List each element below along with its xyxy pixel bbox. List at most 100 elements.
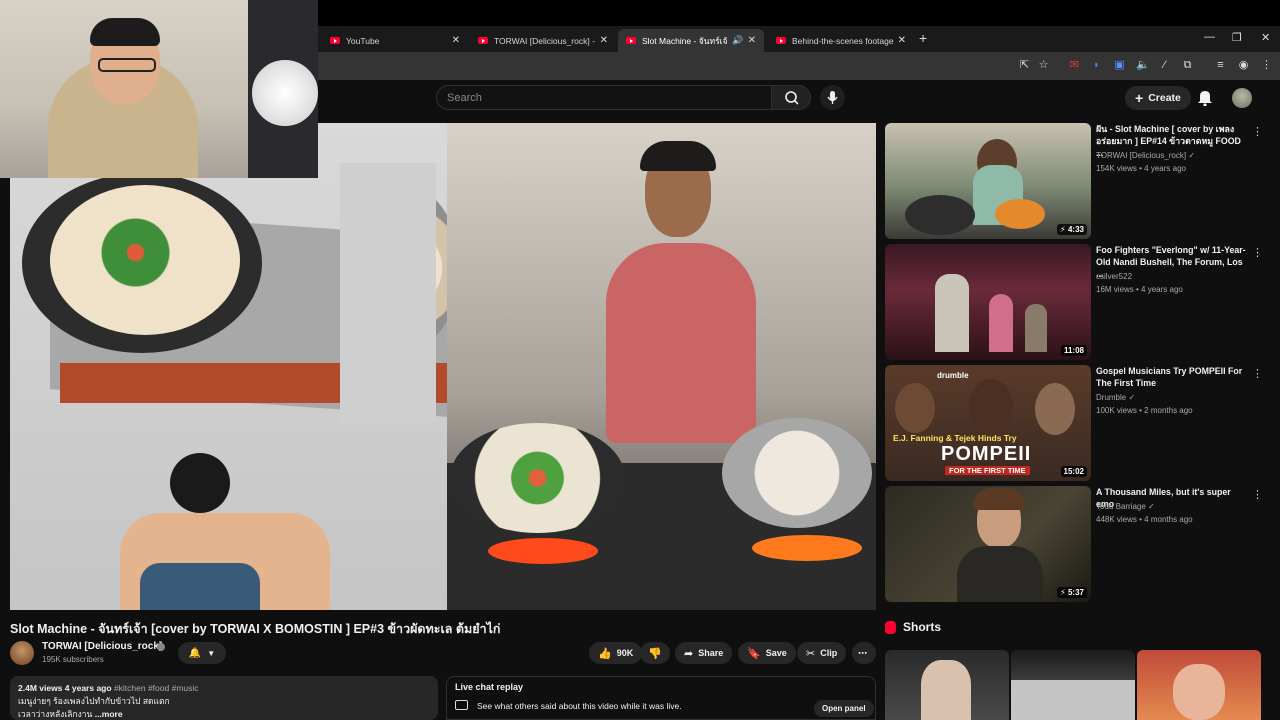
like-count: 90K xyxy=(616,648,634,658)
thumbnail-brand: drumble xyxy=(937,371,969,380)
shorts-icon: ⚡ xyxy=(1060,225,1066,234)
bookmark-star-icon[interactable]: ☆ xyxy=(1037,59,1050,72)
tab-title: Behind-the-scenes footage of t xyxy=(792,35,894,46)
thumbs-up-icon: 👍 xyxy=(598,647,612,660)
duration-badge: 11:08 xyxy=(1060,345,1087,356)
recommendation-item[interactable]: ⚡ 5:37 A Thousand Miles, but it's super … xyxy=(885,486,1271,602)
notifications-bell-icon[interactable] xyxy=(1196,88,1214,106)
dislike-button[interactable]: 👎 xyxy=(640,642,670,664)
view-stats: 2.4M views 4 years ago xyxy=(18,683,112,693)
recommendation-item[interactable]: 11:08 Foo Fighters "Everlong" w/ 11-Year… xyxy=(885,244,1271,360)
save-bookmark-icon: 🔖 xyxy=(747,647,761,660)
notifications-bell-icon: 🔔 xyxy=(188,647,202,659)
duration-badge: ⚡ 4:33 xyxy=(1057,224,1087,235)
tab-youtube[interactable]: YouTube ✕ xyxy=(322,29,468,52)
recommendation-channel[interactable]: Todd Barriage ✓ xyxy=(1096,502,1155,511)
restore-icon[interactable]: ❐ xyxy=(1232,31,1242,44)
chat-icon xyxy=(455,700,468,710)
open-panel-button[interactable]: Open panel xyxy=(814,700,874,717)
video-thumbnail[interactable]: ⚡ 4:33 xyxy=(885,123,1091,239)
save-button[interactable]: 🔖 Save xyxy=(738,642,796,664)
like-button[interactable]: 👍 90K xyxy=(589,642,643,664)
volume-extension-icon[interactable]: 🔈 xyxy=(1136,59,1150,72)
extensions-puzzle-icon[interactable]: ⧉ xyxy=(1181,59,1194,72)
shorts-section-header: Shorts xyxy=(885,620,941,634)
chevron-down-icon: ▼ xyxy=(207,648,216,658)
kebab-menu-icon[interactable]: ⋮ xyxy=(1252,367,1263,380)
create-button[interactable]: + Create xyxy=(1125,86,1191,110)
search-input[interactable]: Search xyxy=(436,85,772,110)
tab-torwai-channel[interactable]: TORWAI [Delicious_rock] - YouT ✕ xyxy=(470,29,616,52)
close-icon[interactable]: ✕ xyxy=(748,35,756,46)
window-close-icon[interactable]: ✕ xyxy=(1261,31,1270,44)
tab-behind-the-scenes[interactable]: Behind-the-scenes footage of t ✕ xyxy=(768,29,914,52)
reading-list-icon[interactable]: ≡ xyxy=(1214,59,1227,72)
close-icon[interactable]: ✕ xyxy=(898,35,906,46)
share-button[interactable]: ➦ Share xyxy=(675,642,733,664)
subscription-bell-button[interactable]: 🔔 ▼ xyxy=(178,642,226,664)
live-chat-replay: Live chat replay See what others said ab… xyxy=(446,676,876,720)
extension-icon[interactable]: ▣ xyxy=(1113,59,1126,72)
close-icon[interactable]: ✕ xyxy=(452,35,460,46)
speaker-icon[interactable]: 🔊 xyxy=(732,35,743,46)
hashtags[interactable]: #kitchen #food #music xyxy=(114,683,199,693)
kebab-menu-icon[interactable]: ⋮ xyxy=(1252,488,1263,501)
scissors-icon: ✂ xyxy=(806,647,816,660)
description-line: เมนูง่ายๆ ร้องเพลงไปทำกับข้าวไป สดแตก xyxy=(18,696,170,706)
account-avatar[interactable] xyxy=(1232,88,1252,108)
search-button[interactable] xyxy=(771,85,811,110)
share-label: Share xyxy=(698,648,724,658)
video-thumbnail[interactable]: 11:08 xyxy=(885,244,1091,360)
shorts-title: Shorts xyxy=(903,620,942,634)
video-thumbnail[interactable]: drumble E.J. Fanning & Tejek Hinds Try P… xyxy=(885,365,1091,481)
video-player[interactable] xyxy=(10,123,876,610)
verified-icon xyxy=(157,643,165,651)
thumbnail-caption: E.J. Fanning & Tejek Hinds Try xyxy=(893,433,1017,443)
description-box[interactable]: 2.4M views 4 years ago #kitchen #food #m… xyxy=(10,676,438,720)
show-more-link[interactable]: ...more xyxy=(95,709,123,719)
tab-strip: YouTube ✕ TORWAI [Delicious_rock] - YouT… xyxy=(318,26,1280,52)
short-thumbnail[interactable] xyxy=(1011,650,1135,720)
short-thumbnail[interactable] xyxy=(885,650,1009,720)
short-thumbnail[interactable] xyxy=(1137,650,1261,720)
new-tab-button[interactable]: + xyxy=(919,30,927,46)
video-thumbnail[interactable]: ⚡ 5:37 xyxy=(885,486,1091,602)
browser-toolbar: ⇱ ☆ ✉ ◗ ▣ 🔈 ⁄ ⧉ ≡ ◉ ⋮ xyxy=(318,52,1280,80)
more-actions-button[interactable]: ⋯ xyxy=(852,642,876,664)
kebab-menu-icon[interactable]: ⋮ xyxy=(1252,246,1263,259)
recommendation-channel[interactable]: TORWAI [Delicious_rock] ✓ xyxy=(1096,151,1195,160)
duration-badge: 15:02 xyxy=(1060,466,1087,477)
profile-icon[interactable]: ◉ xyxy=(1237,59,1250,72)
youtube-favicon-icon xyxy=(776,37,786,44)
shorts-logo-icon xyxy=(885,620,896,634)
tab-slot-machine[interactable]: Slot Machine - จันทร์เจ้า [cov 🔊 ✕ xyxy=(618,29,764,52)
recommendation-views: 154K views • 4 years ago xyxy=(1096,164,1186,173)
channel-name[interactable]: TORWAI [Delicious_rock] xyxy=(42,641,162,652)
recommendation-channel[interactable]: csilver522 xyxy=(1096,272,1132,281)
share-arrow-icon: ➦ xyxy=(684,647,694,660)
kebab-menu-icon[interactable]: ⋮ xyxy=(1252,125,1263,138)
youtube-favicon-icon xyxy=(330,37,340,44)
extension-icon[interactable]: ◗ xyxy=(1090,59,1103,72)
browser-menu-icon[interactable]: ⋮ xyxy=(1260,59,1273,72)
verified-icon: ✓ xyxy=(1128,393,1136,402)
voice-search-button[interactable] xyxy=(820,85,845,110)
extension-icon[interactable]: ⁄ xyxy=(1158,59,1171,72)
recommendation-views: 448K views • 4 months ago xyxy=(1096,515,1193,524)
tab-title: YouTube xyxy=(346,35,380,46)
recommendation-title[interactable]: Gospel Musicians Try POMPEII For The Fir… xyxy=(1096,365,1246,389)
verified-icon: ✓ xyxy=(1188,151,1196,160)
recommendation-item[interactable]: drumble E.J. Fanning & Tejek Hinds Try P… xyxy=(885,365,1271,481)
live-chat-subtitle: See what others said about this video wh… xyxy=(477,701,682,711)
close-icon[interactable]: ✕ xyxy=(600,35,608,46)
recommendation-channel[interactable]: Drumble ✓ xyxy=(1096,393,1135,402)
verified-icon: ✓ xyxy=(1148,502,1155,511)
minimize-icon[interactable]: — xyxy=(1204,31,1215,43)
recommendation-item[interactable]: ⚡ 4:33 ฝัน - Slot Machine [ cover by เพล… xyxy=(885,123,1271,239)
channel-avatar[interactable] xyxy=(10,641,34,665)
gmail-extension-icon[interactable]: ✉ xyxy=(1068,59,1081,72)
recommendation-views: 16M views • 4 years ago xyxy=(1096,285,1183,294)
clip-button[interactable]: ✂ Clip xyxy=(797,642,847,664)
cast-icon[interactable]: ⇱ xyxy=(1018,59,1031,72)
thumbs-down-icon: 👎 xyxy=(648,647,662,660)
